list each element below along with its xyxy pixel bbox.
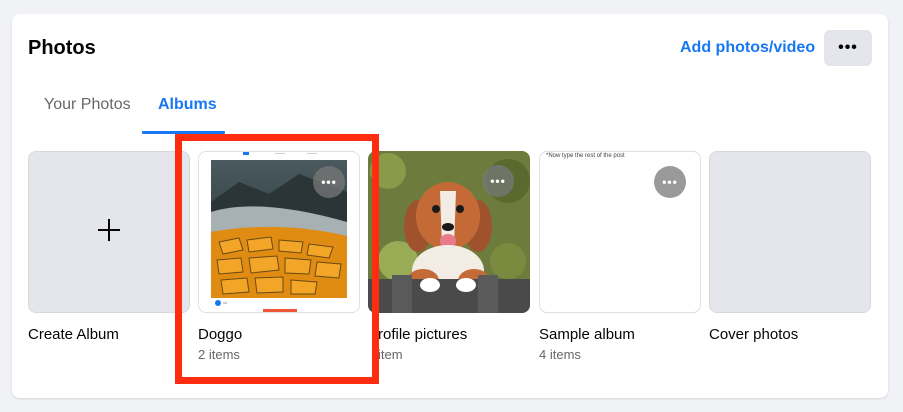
album-options-icon[interactable]: •••: [654, 166, 686, 198]
active-tab-indicator: [142, 131, 225, 134]
album-thumbnail-profile-pictures[interactable]: •••: [368, 151, 530, 313]
album-thumbnail-sample-album[interactable]: *Now type the rest of the post •••: [539, 151, 701, 313]
album-options-icon[interactable]: •••: [482, 165, 514, 197]
thumbnail-caption-text: *Now type the rest of the post: [546, 153, 625, 159]
album-count-profile-pictures: item: [378, 347, 403, 362]
album-name-doggo[interactable]: Doggo: [198, 326, 242, 343]
photos-card: Photos Add photos/video ••• Your Photos …: [12, 14, 888, 398]
plus-icon: [96, 215, 122, 249]
album-thumbnail-doggo[interactable]: •••: [198, 151, 360, 313]
tab-albums[interactable]: Albums: [158, 96, 217, 114]
create-album-tile[interactable]: [28, 151, 190, 313]
album-options-icon[interactable]: •••: [313, 166, 345, 198]
album-name-profile-pictures[interactable]: rofile pictures: [378, 326, 467, 343]
album-thumbnail-cover-photos[interactable]: [709, 151, 871, 313]
more-options-button[interactable]: •••: [824, 30, 872, 66]
album-name-sample[interactable]: Sample album: [539, 326, 635, 343]
album-count-doggo: 2 items: [198, 347, 240, 362]
album-count-sample: 4 items: [539, 347, 581, 362]
album-name-create[interactable]: Create Album: [28, 326, 119, 343]
album-name-cover-photos[interactable]: Cover photos: [709, 326, 798, 343]
page-title: Photos: [28, 37, 96, 59]
add-photos-video-link[interactable]: Add photos/video: [680, 39, 815, 57]
tab-your-photos[interactable]: Your Photos: [44, 96, 131, 114]
